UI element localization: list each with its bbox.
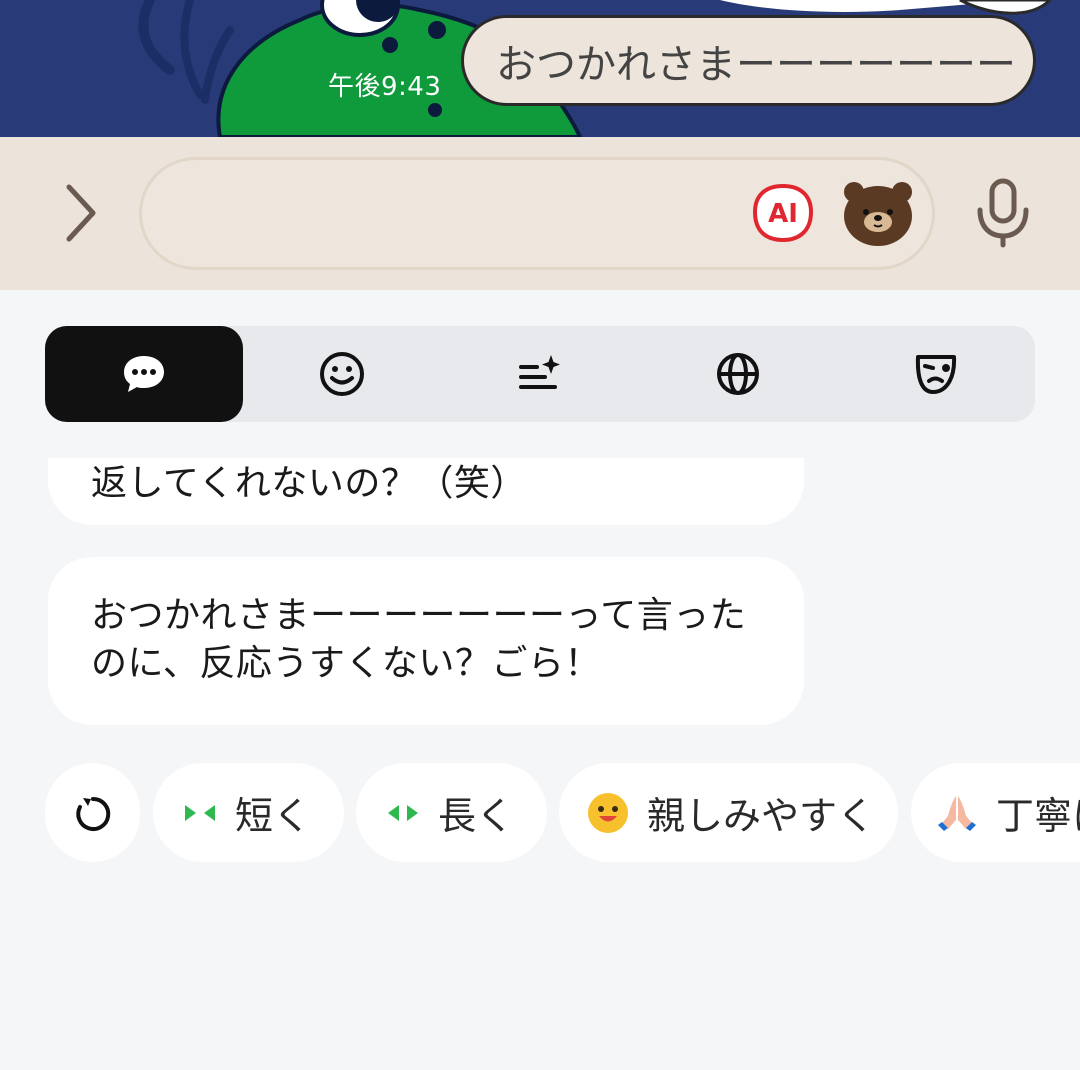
expand-icon xyxy=(386,802,420,824)
ai-tab-bar xyxy=(45,326,1035,422)
friendly-chip[interactable]: 親しみやすく xyxy=(559,763,898,862)
tab-other[interactable] xyxy=(837,326,1035,422)
shorten-chip[interactable]: 短く xyxy=(153,763,344,862)
svg-text:AI: AI xyxy=(768,199,798,229)
tab-reply[interactable] xyxy=(45,326,243,422)
ai-button[interactable]: AI xyxy=(752,183,814,243)
message-timestamp: 午後9:43 xyxy=(328,72,442,102)
tab-emoji[interactable] xyxy=(243,326,441,422)
sticker-button[interactable] xyxy=(842,178,914,248)
list-sparkle-icon xyxy=(519,355,560,389)
smiley-icon xyxy=(320,352,364,396)
expand-menu-button[interactable] xyxy=(55,182,107,244)
sent-message-text: おつかれさまーーーーーーー xyxy=(496,41,1016,88)
message-input[interactable] xyxy=(172,190,752,240)
chat-bubble-icon xyxy=(124,356,164,392)
mic-button[interactable] xyxy=(974,178,1032,248)
chip-label: 親しみやすく xyxy=(647,794,876,838)
regenerate-button[interactable] xyxy=(45,763,140,862)
mask-icon xyxy=(915,355,957,394)
rewrite-chip-row: 短く 長く 親しみやすく 丁寧 xyxy=(0,763,1080,863)
globe-icon xyxy=(717,353,759,395)
chip-label: 短く xyxy=(235,794,312,838)
suggestion-card[interactable]: 返してくれないの？（笑） xyxy=(48,458,804,525)
polite-chip[interactable]: 丁寧に xyxy=(911,763,1080,862)
reply-suggestion-list: 返してくれないの？（笑） おつかれさまーーーーーーーって言ったのに、反応うすくな… xyxy=(0,458,1080,748)
chip-label: 丁寧に xyxy=(996,794,1080,838)
mic-icon xyxy=(977,178,1029,248)
smiling-face-icon xyxy=(587,792,629,834)
lengthen-chip[interactable]: 長く xyxy=(356,763,547,862)
praying-hands-icon xyxy=(936,792,978,834)
bear-sticker-icon xyxy=(844,182,912,246)
chat-background: 午後9:43 おつかれさまーーーーーーー xyxy=(0,0,1080,137)
shrink-icon xyxy=(183,802,217,824)
suggestion-text: 返してくれないの？（笑） xyxy=(91,463,527,504)
tab-rewrite[interactable] xyxy=(441,326,639,422)
suggestion-text: おつかれさまーーーーーーーって言ったのに、反応うすくない？ごら！ xyxy=(91,595,747,684)
chip-label: 長く xyxy=(438,794,515,838)
message-input-field[interactable] xyxy=(139,157,935,270)
tab-translate[interactable] xyxy=(639,326,837,422)
chevron-right-icon xyxy=(66,184,96,242)
refresh-icon xyxy=(75,796,110,831)
sent-message-bubble[interactable]: おつかれさまーーーーーーー xyxy=(461,15,1036,106)
ai-icon: AI xyxy=(752,183,814,243)
suggestion-card[interactable]: おつかれさまーーーーーーーって言ったのに、反応うすくない？ごら！ xyxy=(48,557,804,725)
